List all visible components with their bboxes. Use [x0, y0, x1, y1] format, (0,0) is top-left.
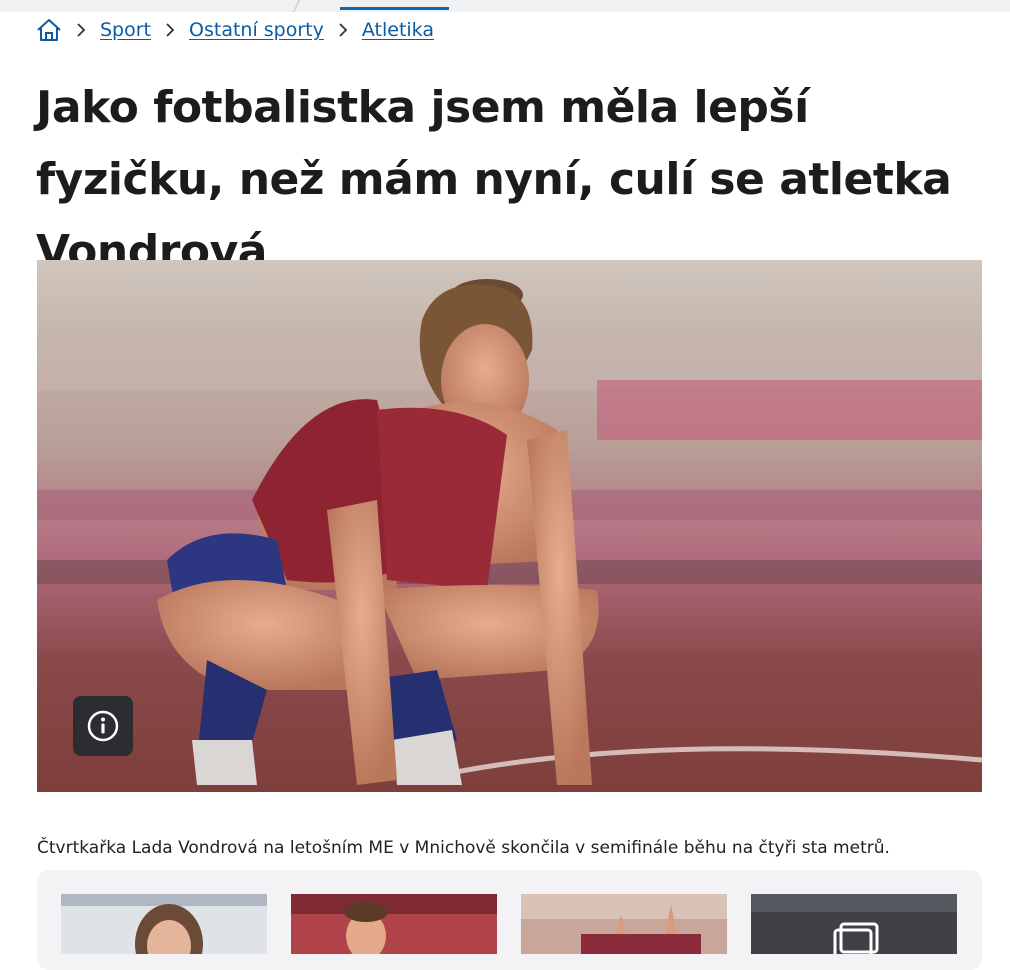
home-icon[interactable] [36, 18, 62, 42]
chevron-right-icon [76, 22, 86, 38]
nav-divider [293, 0, 300, 12]
gallery-thumbnail[interactable] [751, 894, 957, 954]
active-tab-indicator [340, 7, 449, 10]
breadcrumb-link-ostatni-sporty[interactable]: Ostatní sporty [189, 19, 324, 41]
breadcrumb-link-sport[interactable]: Sport [100, 19, 151, 41]
info-icon[interactable] [73, 696, 133, 756]
breadcrumb: Sport Ostatní sporty Atletika [36, 16, 434, 44]
chevron-right-icon [165, 22, 175, 38]
gallery-thumbnail[interactable] [521, 894, 727, 954]
top-navigation-bar [0, 0, 1010, 12]
gallery-thumbnail[interactable] [291, 894, 497, 954]
chevron-right-icon [338, 22, 348, 38]
gallery-thumbnail[interactable] [61, 894, 267, 954]
article-title: Jako fotbalistka jsem měla lepší fyzičku… [36, 82, 952, 277]
article-hero-image[interactable] [37, 260, 982, 792]
photo-caption: Čtvrtkařka Lada Vondrová na letošním ME … [37, 838, 890, 858]
breadcrumb-link-atletika[interactable]: Atletika [362, 19, 434, 41]
